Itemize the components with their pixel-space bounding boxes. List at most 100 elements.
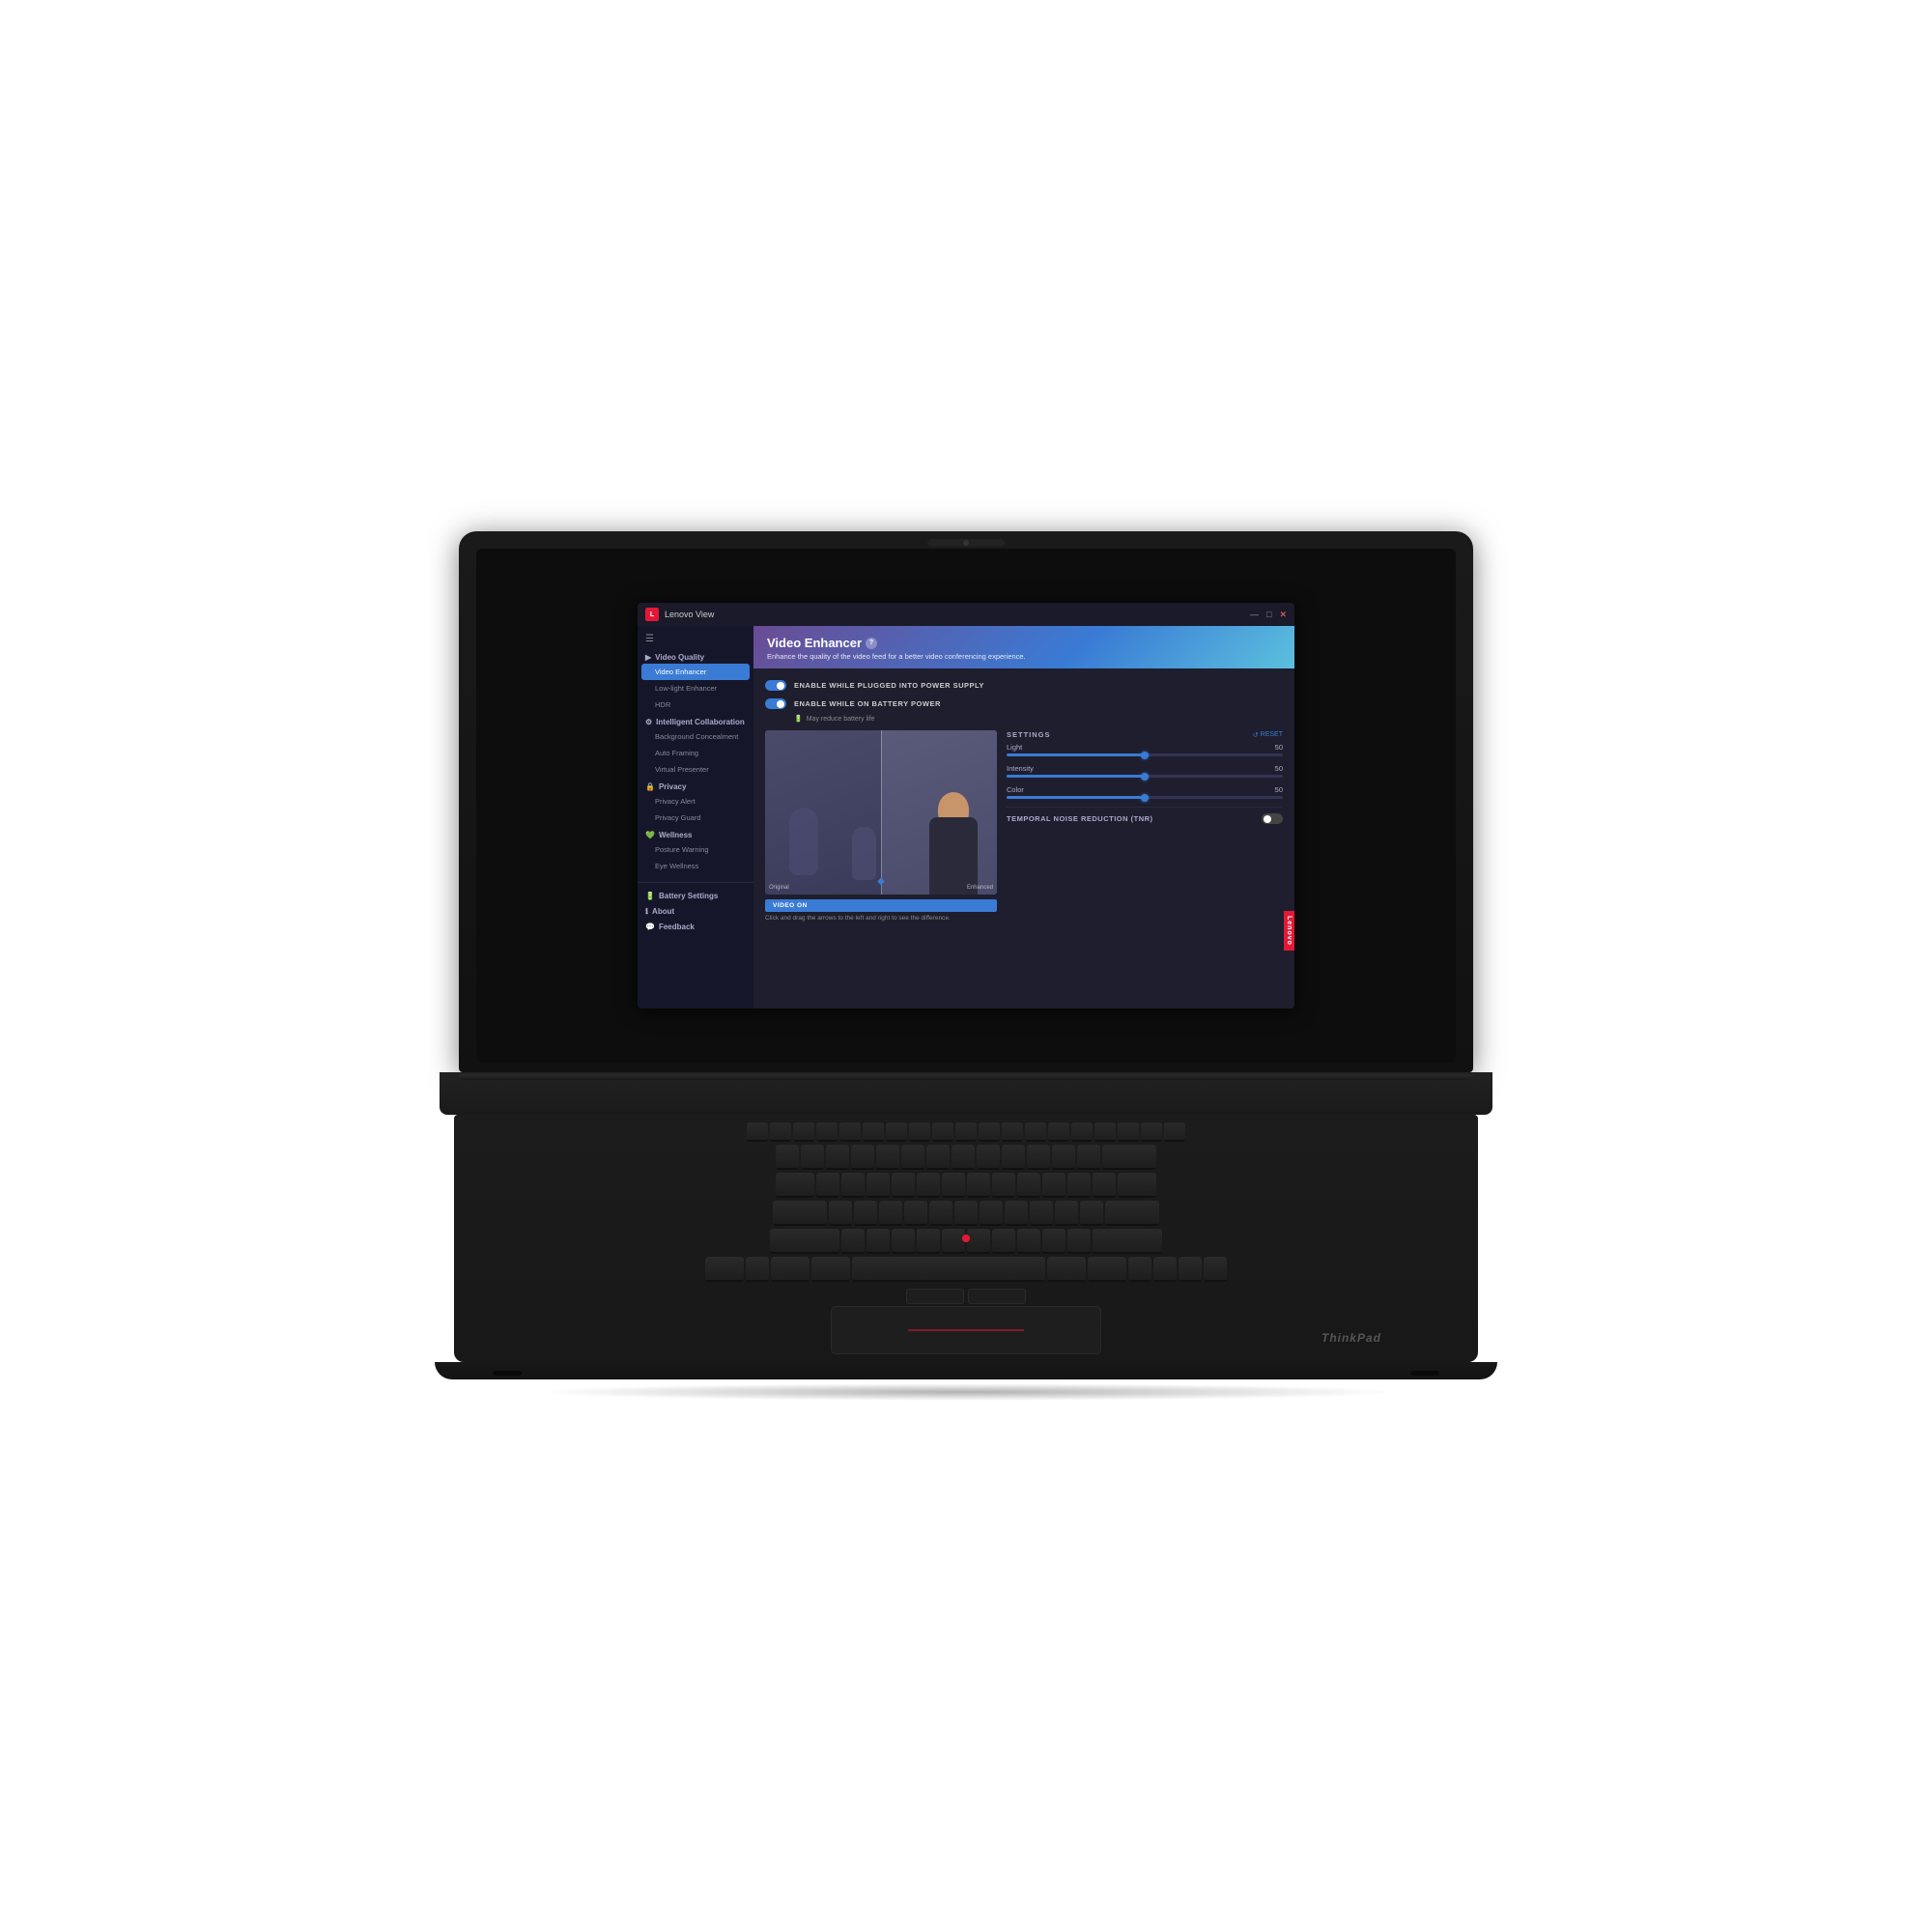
key-f8[interactable] <box>932 1122 953 1142</box>
sidebar-item-about[interactable]: ℹ About <box>638 902 753 918</box>
key-f3[interactable] <box>816 1122 838 1142</box>
key-fn[interactable] <box>746 1257 769 1282</box>
slider-color-track[interactable] <box>1007 796 1283 799</box>
key-f9[interactable] <box>955 1122 977 1142</box>
key-4[interactable] <box>876 1145 899 1170</box>
trackpoint[interactable] <box>962 1235 970 1242</box>
key-esc[interactable] <box>747 1122 768 1142</box>
toggle-battery-switch[interactable] <box>765 698 786 709</box>
slider-color-thumb[interactable] <box>1141 794 1149 802</box>
key-semicolon[interactable] <box>1055 1201 1078 1226</box>
key-ctrl-r[interactable] <box>1088 1257 1126 1282</box>
key-h[interactable] <box>954 1201 978 1226</box>
key-d[interactable] <box>879 1201 902 1226</box>
key-y[interactable] <box>942 1173 965 1198</box>
close-button[interactable]: ✕ <box>1279 610 1287 620</box>
tnr-toggle[interactable] <box>1262 813 1283 824</box>
key-g[interactable] <box>929 1201 952 1226</box>
sidebar-item-posture-warning[interactable]: Posture Warning <box>638 841 753 858</box>
key-f2[interactable] <box>793 1122 814 1142</box>
key-minus[interactable] <box>1052 1145 1075 1170</box>
key-equals[interactable] <box>1077 1145 1100 1170</box>
key-w[interactable] <box>841 1173 865 1198</box>
key-f1[interactable] <box>770 1122 791 1142</box>
key-8[interactable] <box>977 1145 1000 1170</box>
sidebar-item-virtual-presenter[interactable]: Virtual Presenter <box>638 761 753 778</box>
key-caps[interactable] <box>773 1201 827 1226</box>
maximize-button[interactable]: □ <box>1266 610 1271 620</box>
key-1[interactable] <box>801 1145 824 1170</box>
key-shift-r[interactable] <box>1093 1229 1162 1254</box>
video-arrow[interactable]: ◆ <box>877 876 885 887</box>
key-f11[interactable] <box>1002 1122 1023 1142</box>
key-comma[interactable] <box>1017 1229 1040 1254</box>
key-7[interactable] <box>952 1145 975 1170</box>
key-x[interactable] <box>867 1229 890 1254</box>
sidebar-item-background[interactable]: Background Concealment <box>638 728 753 745</box>
slider-intensity-track[interactable] <box>1007 775 1283 778</box>
key-a[interactable] <box>829 1201 852 1226</box>
key-6[interactable] <box>926 1145 950 1170</box>
key-home[interactable] <box>1094 1122 1116 1142</box>
sidebar-item-eye-wellness[interactable]: Eye Wellness <box>638 858 753 874</box>
key-slash[interactable] <box>1067 1229 1091 1254</box>
key-r[interactable] <box>892 1173 915 1198</box>
key-n[interactable] <box>967 1229 990 1254</box>
key-f[interactable] <box>904 1201 927 1226</box>
trackpad-btn-right[interactable] <box>968 1289 1026 1304</box>
key-backspace[interactable] <box>1102 1145 1156 1170</box>
key-f5[interactable] <box>863 1122 884 1142</box>
key-v[interactable] <box>917 1229 940 1254</box>
key-f12[interactable] <box>1025 1122 1046 1142</box>
slider-light-track[interactable] <box>1007 753 1283 756</box>
key-shift-l[interactable] <box>770 1229 839 1254</box>
key-b[interactable] <box>942 1229 965 1254</box>
key-space[interactable] <box>852 1257 1045 1282</box>
key-p[interactable] <box>1042 1173 1065 1198</box>
key-t[interactable] <box>917 1173 940 1198</box>
key-backtick[interactable] <box>776 1145 799 1170</box>
sidebar-item-feedback[interactable]: 💬 Feedback <box>638 918 753 933</box>
key-backslash[interactable] <box>1118 1173 1156 1198</box>
key-win[interactable] <box>771 1257 810 1282</box>
sidebar-item-auto-framing[interactable]: Auto Framing <box>638 745 753 761</box>
sidebar-item-battery[interactable]: 🔋 Battery Settings <box>638 887 753 902</box>
key-2[interactable] <box>826 1145 849 1170</box>
key-u[interactable] <box>967 1173 990 1198</box>
key-bracket-r[interactable] <box>1093 1173 1116 1198</box>
key-f4[interactable] <box>839 1122 861 1142</box>
trackpad-btn-left[interactable] <box>906 1289 964 1304</box>
key-q[interactable] <box>816 1173 839 1198</box>
key-k[interactable] <box>1005 1201 1028 1226</box>
help-icon[interactable]: ? <box>866 638 877 649</box>
key-end[interactable] <box>1118 1122 1139 1142</box>
key-z[interactable] <box>841 1229 865 1254</box>
key-bracket-l[interactable] <box>1067 1173 1091 1198</box>
key-i[interactable] <box>992 1173 1015 1198</box>
key-f10[interactable] <box>979 1122 1000 1142</box>
key-pgdn[interactable] <box>1164 1122 1185 1142</box>
key-e[interactable] <box>867 1173 890 1198</box>
sidebar-item-video-enhancer[interactable]: Video Enhancer <box>641 664 750 680</box>
key-ins[interactable] <box>1048 1122 1069 1142</box>
key-arrow-up[interactable] <box>1153 1257 1177 1282</box>
key-9[interactable] <box>1002 1145 1025 1170</box>
key-del[interactable] <box>1071 1122 1093 1142</box>
key-arrow-down[interactable] <box>1179 1257 1202 1282</box>
key-o[interactable] <box>1017 1173 1040 1198</box>
key-s[interactable] <box>854 1201 877 1226</box>
toggle-power-supply-switch[interactable] <box>765 680 786 691</box>
sidebar-item-hdr[interactable]: HDR <box>638 696 753 713</box>
key-alt-r[interactable] <box>1047 1257 1086 1282</box>
video-on-button[interactable]: VIDEO ON <box>765 899 997 912</box>
key-tab[interactable] <box>776 1173 814 1198</box>
key-quote[interactable] <box>1080 1201 1103 1226</box>
touchpad[interactable] <box>831 1306 1101 1354</box>
key-arrow-left[interactable] <box>1128 1257 1151 1282</box>
key-0[interactable] <box>1027 1145 1050 1170</box>
key-ctrl-l[interactable] <box>705 1257 744 1282</box>
reset-button[interactable]: ↺ RESET <box>1253 731 1283 739</box>
slider-light-thumb[interactable] <box>1141 752 1149 759</box>
sidebar-item-privacy-alert[interactable]: Privacy Alert <box>638 793 753 810</box>
key-period[interactable] <box>1042 1229 1065 1254</box>
